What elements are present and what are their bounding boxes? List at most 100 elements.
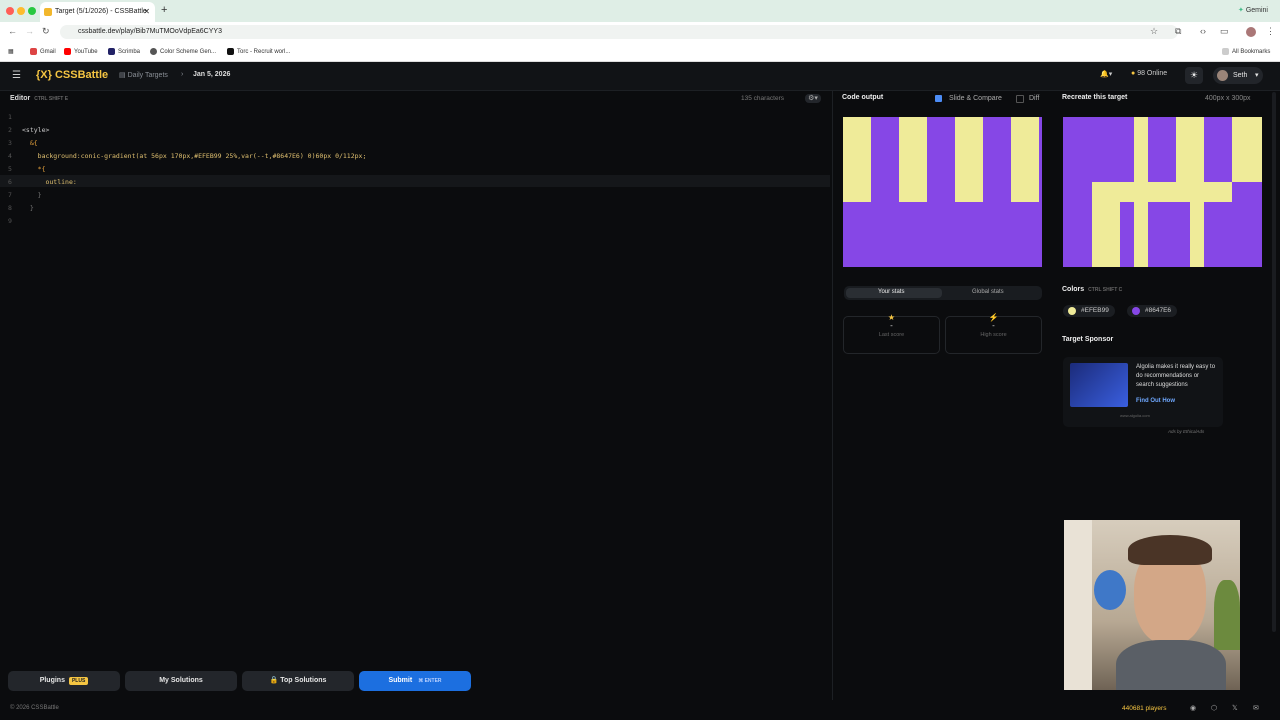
user-name: Seth (1233, 72, 1248, 79)
editor-shortcut: CTRL SHIFT E (34, 96, 69, 102)
online-count[interactable]: ● 98 Online (1131, 70, 1167, 77)
code-line: *{ (22, 165, 46, 173)
editor-toolbar (0, 91, 832, 107)
theme-toggle-sun-icon[interactable]: ☀ (1185, 67, 1203, 84)
code-line: } (22, 191, 42, 199)
active-line-highlight (0, 175, 830, 187)
bookmark-color-scheme[interactable]: Color Scheme Gen... (150, 48, 216, 55)
reload-icon[interactable]: ↻ (42, 26, 50, 37)
minimize-window-icon[interactable] (17, 7, 25, 15)
code-line: <style> (22, 126, 50, 134)
bookmark-star-icon[interactable]: ☆ (1150, 26, 1158, 37)
profile-avatar[interactable] (1246, 27, 1256, 37)
editor-settings-gear-icon[interactable]: ⚙▾ (805, 94, 821, 103)
tab-global-stats[interactable]: Global stats (972, 289, 1004, 295)
output-yellow-bar (955, 117, 983, 202)
forward-icon[interactable]: → (25, 26, 34, 36)
high-score-card: ⚡ - High score (945, 313, 1042, 354)
bookmark-torc[interactable]: Torc - Recruit worl... (227, 48, 290, 55)
target-size: 400px x 300px (1205, 95, 1251, 102)
scrollbar[interactable] (1272, 92, 1276, 632)
all-bookmarks[interactable]: All Bookmarks (1222, 48, 1270, 55)
user-menu[interactable]: Seth ▾ (1213, 67, 1263, 84)
sponsor-link[interactable]: Find Out How (1136, 398, 1175, 404)
bookmark-label: YouTube (74, 49, 98, 56)
diff-checkbox[interactable] (1016, 95, 1024, 103)
line-number: 7 (8, 191, 12, 199)
all-bookmarks-label: All Bookmarks (1232, 49, 1271, 56)
ads-by[interactable]: Ads by EthicalAds (1168, 429, 1204, 434)
target-purple-bar (1148, 202, 1176, 267)
line-number: 2 (8, 126, 12, 134)
my-solutions-button[interactable]: My Solutions (125, 671, 237, 691)
plugins-button[interactable]: Plugins PLUS (8, 671, 120, 691)
x-twitter-icon[interactable]: 𝕏 (1232, 704, 1238, 712)
url-field[interactable]: cssbattle.dev/play/Bib7MuTMOoVdpEa6CYY3 (60, 25, 1178, 39)
app-header (0, 62, 1280, 91)
email-icon[interactable]: ✉ (1253, 704, 1259, 712)
lock-icon: 🔒 (269, 677, 281, 684)
bookmark-label: Torc - Recruit worl... (237, 49, 291, 56)
submit-button[interactable]: Submit ⌘ ENTER (359, 671, 471, 691)
colors-shortcut: CTRL SHIFT C (1088, 287, 1123, 293)
hamburger-menu-icon[interactable]: ☰ (12, 70, 21, 81)
target-purple-bar (1232, 182, 1262, 267)
code-line: &{ (22, 139, 38, 147)
page-title-date: Jan 5, 2026 (193, 71, 231, 78)
back-icon[interactable]: ← (8, 26, 17, 36)
notifications-bell-icon[interactable]: 🔔▾ (1100, 70, 1112, 78)
character-count: 135 characters (741, 95, 784, 102)
bookmark-scrimba[interactable]: Scrimba (108, 48, 140, 55)
browser-menu-icon[interactable]: ⋮ (1266, 26, 1275, 37)
sponsor-heading: Target Sponsor (1062, 336, 1114, 343)
colors-heading: Colors CTRL SHIFT C (1062, 286, 1122, 293)
extensions-icon[interactable]: ⧉ (1175, 26, 1181, 37)
slide-compare-checkbox[interactable] (935, 95, 942, 102)
color-swatch-purple[interactable]: #8647E6 (1127, 305, 1178, 317)
plant (1214, 580, 1240, 650)
apps-grid-icon[interactable]: ▦ (8, 48, 14, 55)
bookmark-youtube[interactable]: YouTube (64, 48, 98, 55)
cssbattle-logo[interactable]: {X} CSSBattle (36, 69, 108, 81)
new-tab-button[interactable]: + (161, 4, 167, 16)
line-number: 6 (8, 178, 12, 186)
line-number: 5 (8, 165, 12, 173)
color-swatch-yellow[interactable]: #EFEB99 (1063, 305, 1115, 317)
target-purple-bar (1204, 202, 1232, 267)
folder-icon (1222, 48, 1229, 55)
breadcrumb[interactable]: ▤ Daily Targets (119, 71, 168, 79)
submit-shortcut: ⌘ ENTER (418, 678, 442, 684)
line-number: 9 (8, 217, 12, 225)
last-score-value: - (890, 321, 893, 330)
target-purple-bar (1176, 202, 1190, 267)
discord-icon[interactable]: ◉ (1190, 704, 1196, 712)
codepen-icon[interactable]: ⬡ (1211, 704, 1217, 712)
person-hair (1128, 535, 1212, 565)
code-output-preview[interactable] (843, 117, 1042, 267)
breadcrumb-daily-targets: Daily Targets (127, 72, 168, 79)
chevron-down-icon: ▾ (1255, 72, 1259, 79)
yellow-dot-icon (1068, 307, 1076, 315)
devtools-icon[interactable]: ‹› (1200, 26, 1206, 36)
target-preview[interactable] (1063, 117, 1262, 267)
browser-tab[interactable]: Target (5/1/2026) - CSSBattle ✕ (40, 2, 155, 22)
gemini-button[interactable]: ✦ Gemini (1238, 6, 1268, 14)
tab-your-stats[interactable]: Your stats (878, 289, 904, 295)
line-number: 8 (8, 204, 12, 212)
bookmark-gmail[interactable]: Gmail (30, 48, 56, 55)
players-count: 440681 players (1122, 705, 1167, 712)
target-purple-bar (1092, 117, 1134, 182)
bookmark-label: Color Scheme Gen... (160, 49, 217, 56)
maximize-window-icon[interactable] (28, 7, 36, 15)
code-line: } (22, 204, 34, 212)
close-window-icon[interactable] (6, 7, 14, 15)
scrimba-icon (108, 48, 115, 55)
cssbattle-favicon-icon (44, 8, 52, 16)
top-solutions-button[interactable]: 🔒 Top Solutions (242, 671, 354, 691)
breadcrumb-separator-icon: › (181, 71, 184, 78)
slide-compare-label: Slide & Compare (949, 95, 1002, 102)
plugins-label: Plugins (39, 677, 65, 684)
close-tab-icon[interactable]: ✕ (143, 2, 150, 22)
avatar (1217, 70, 1228, 81)
cast-icon[interactable]: ▭ (1220, 26, 1229, 37)
